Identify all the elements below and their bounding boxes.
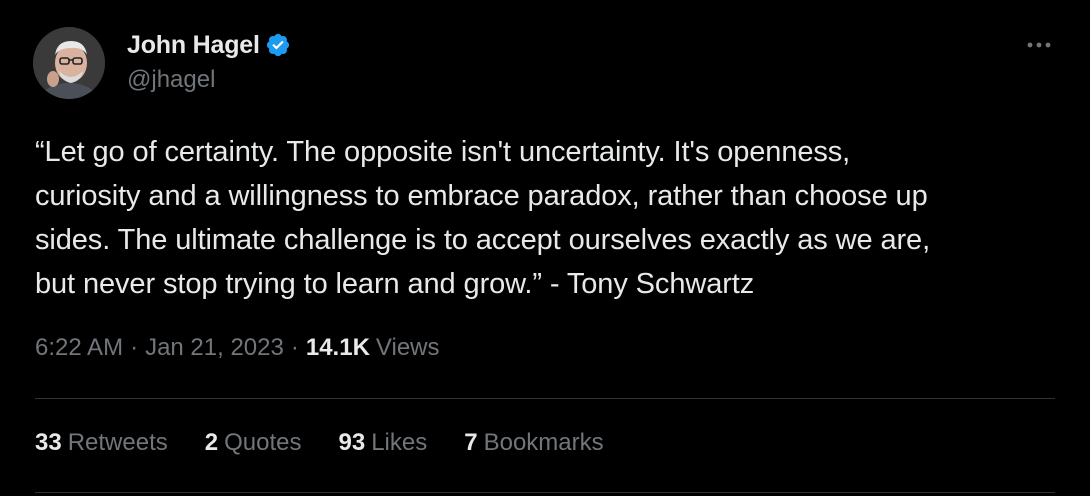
tweet-date[interactable]: Jan 21, 2023: [145, 334, 284, 362]
verified-badge-icon[interactable]: [265, 32, 291, 58]
likes-count: 93: [338, 429, 366, 456]
author-display-name[interactable]: John Hagel: [127, 31, 260, 60]
author-name-row[interactable]: John Hagel: [127, 28, 291, 62]
likes-label: Likes: [371, 429, 428, 456]
divider: [35, 398, 1055, 399]
more-options-button[interactable]: [1024, 32, 1054, 58]
divider: [35, 492, 1055, 493]
likes-stat[interactable]: 93 Likes: [339, 429, 428, 457]
bookmarks-label: Bookmarks: [483, 429, 604, 456]
avatar[interactable]: [33, 27, 105, 99]
tweet-detail: John Hagel @jhagel “Let go of certainty.…: [0, 0, 1090, 496]
tweet-time[interactable]: 6:22 AM: [35, 334, 123, 362]
retweets-count: 33: [35, 429, 62, 456]
avatar-image: [33, 27, 105, 99]
bookmarks-count: 7: [464, 429, 478, 456]
meta-separator: ·: [290, 334, 299, 361]
meta-separator: ·: [130, 334, 139, 361]
quotes-count: 2: [204, 429, 219, 456]
quotes-stat[interactable]: 2 Quotes: [205, 429, 302, 457]
bookmarks-stat[interactable]: 7 Bookmarks: [464, 429, 603, 457]
retweets-label: Retweets: [67, 429, 168, 456]
views-label: Views: [375, 334, 440, 361]
more-horizontal-icon: [1027, 42, 1051, 48]
retweets-stat[interactable]: 33 Retweets: [35, 429, 168, 457]
author-handle[interactable]: @jhagel: [127, 66, 215, 94]
views-count: 14.1K: [305, 334, 370, 361]
engagement-stats: 33 Retweets 2 Quotes 93 Likes 7 Bookmarks: [35, 429, 641, 457]
tweet-text: “Let go of certainty. The opposite isn't…: [35, 136, 931, 300]
quotes-label: Quotes: [224, 429, 302, 456]
tweet-meta: 6:22 AM · Jan 21, 2023 · 14.1K Views: [35, 334, 440, 362]
